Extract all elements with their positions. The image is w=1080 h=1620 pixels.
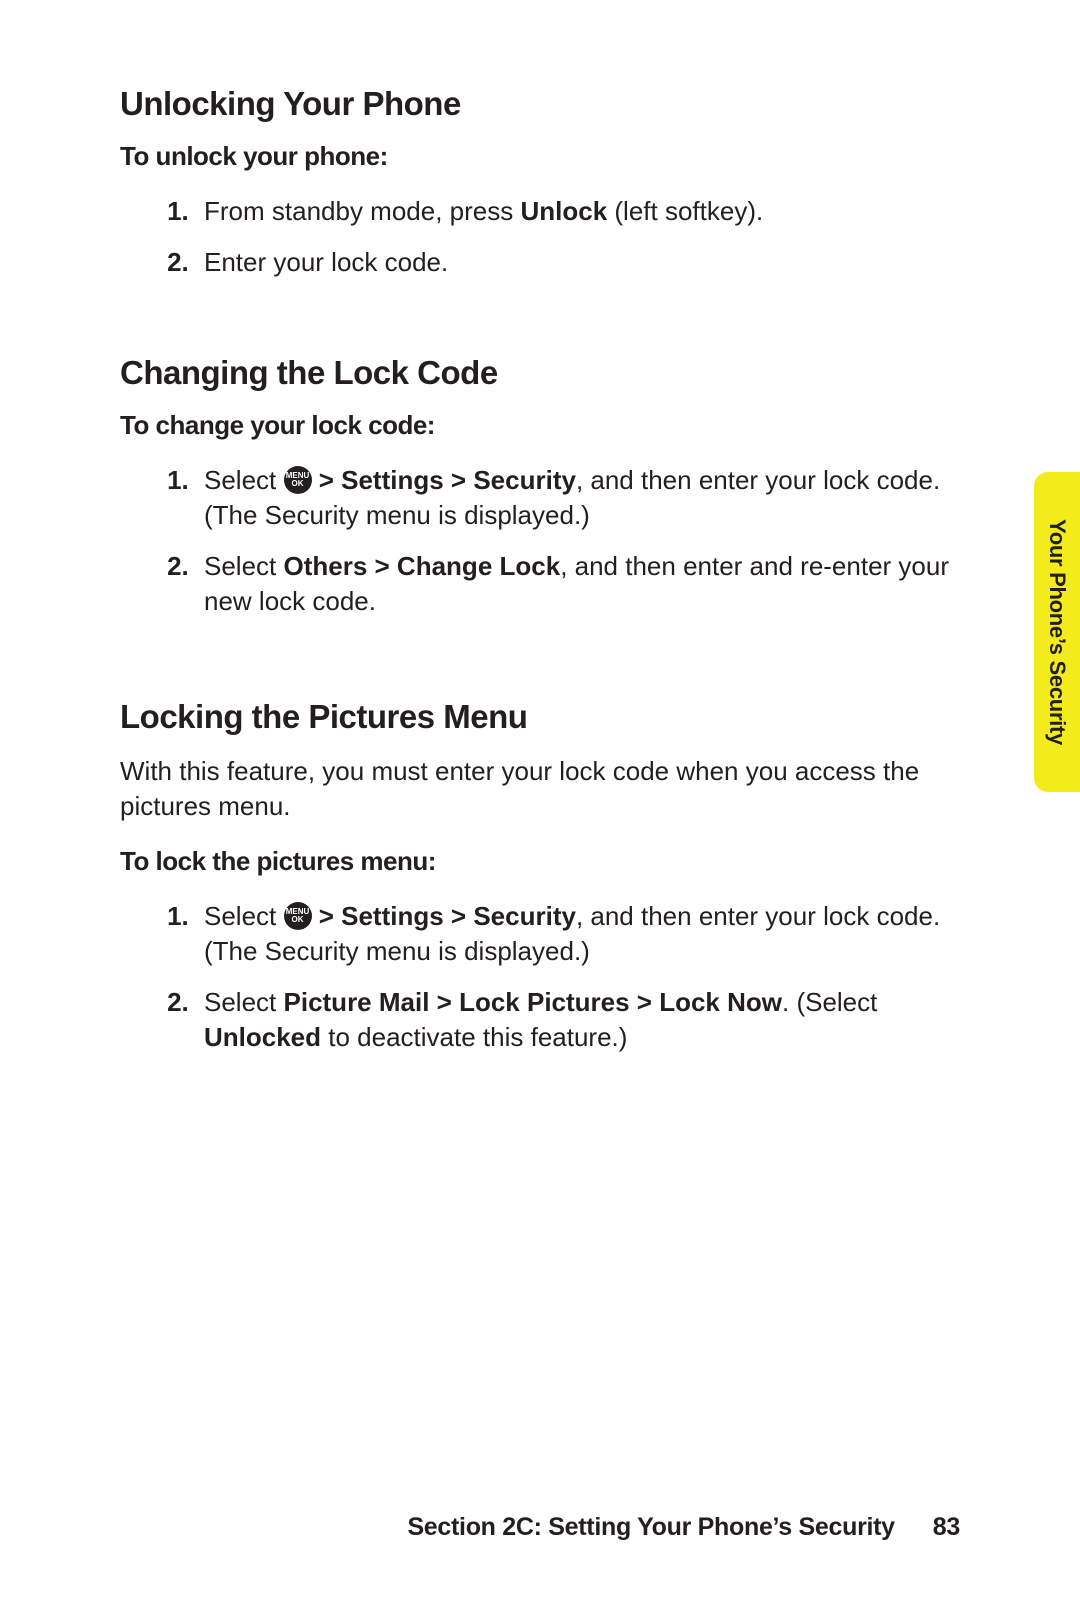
step: Select MENUOK > Settings > Security, and…	[196, 463, 960, 533]
step: Select Picture Mail > Lock Pictures > Lo…	[196, 985, 960, 1055]
steps-pictures: Select MENUOK > Settings > Security, and…	[120, 899, 960, 1055]
steps-change: Select MENUOK > Settings > Security, and…	[120, 463, 960, 619]
menu-ok-icon: MENUOK	[284, 466, 312, 494]
heading-pictures: Locking the Pictures Menu	[120, 698, 960, 736]
subheading-change: To change your lock code:	[120, 410, 960, 441]
footer-section: Section 2C: Setting Your Phone’s Securit…	[407, 1513, 894, 1541]
side-tab: Your Phone’s Security	[1034, 472, 1080, 792]
menu-ok-icon: MENUOK	[284, 902, 312, 930]
heading-unlocking: Unlocking Your Phone	[120, 85, 960, 123]
body-pictures: With this feature, you must enter your l…	[120, 754, 960, 824]
page-number: 83	[933, 1513, 960, 1541]
page-footer: Section 2C: Setting Your Phone’s Securit…	[0, 1513, 960, 1542]
step: From standby mode, press Unlock (left so…	[196, 194, 960, 229]
subheading-unlock: To unlock your phone:	[120, 141, 960, 172]
page-content: Unlocking Your Phone To unlock your phon…	[0, 0, 1080, 1055]
steps-unlock: From standby mode, press Unlock (left so…	[120, 194, 960, 280]
step: Select MENUOK > Settings > Security, and…	[196, 899, 960, 969]
subheading-pictures: To lock the pictures menu:	[120, 846, 960, 877]
side-tab-label: Your Phone’s Security	[1044, 519, 1070, 745]
step: Select Others > Change Lock, and then en…	[196, 549, 960, 619]
step: Enter your lock code.	[196, 245, 960, 280]
heading-change-lock: Changing the Lock Code	[120, 354, 960, 392]
